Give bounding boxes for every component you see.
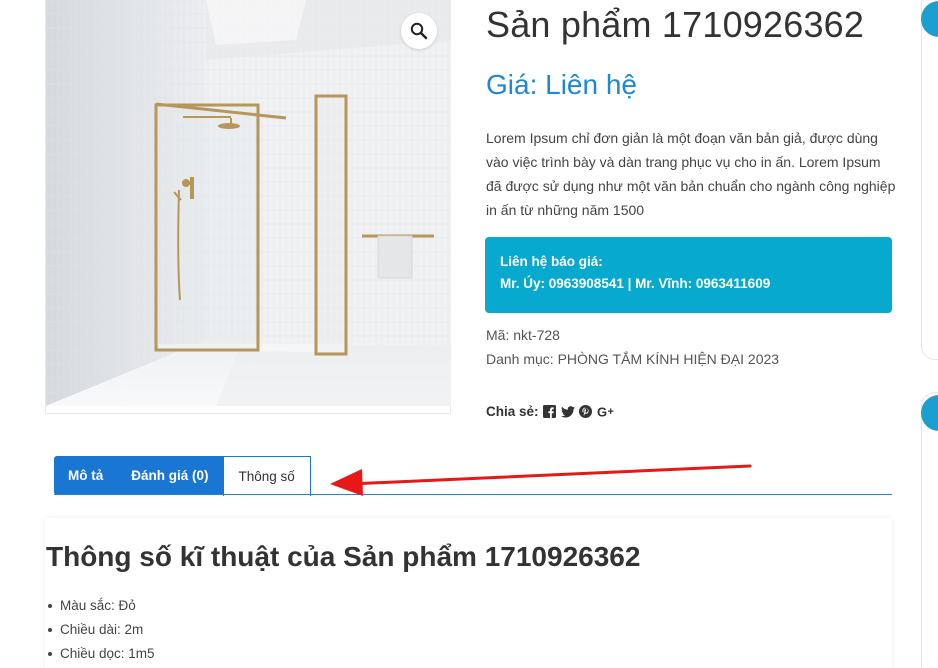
sidebar-widget-top-badge	[921, 1, 938, 37]
product-title: Sản phẩm 1710926362	[486, 4, 865, 45]
share-bar: Chia sẻ: G +	[486, 404, 617, 419]
contact-phones[interactable]: Mr. Úy: 0963908541 | Mr. Vĩnh: 096341160…	[500, 273, 877, 295]
tab-reviews[interactable]: Đánh giá (0)	[117, 456, 223, 495]
product-description: Lorem Ipsum chỉ đơn giản là một đoạn văn…	[486, 130, 896, 218]
sidebar-widget-top	[921, 0, 938, 360]
tabs-underline	[54, 494, 892, 495]
sidebar-widget-bottom-badge	[921, 395, 938, 431]
svg-text:+: +	[607, 406, 613, 418]
tab-description[interactable]: Mô tả	[54, 456, 118, 495]
product-meta: Mã: nkt-728 Danh mục: PHÒNG TẮM KÍNH HIỆ…	[486, 323, 779, 371]
magnifier-icon	[410, 22, 428, 40]
contact-heading: Liên hệ báo giá:	[500, 254, 603, 269]
product-gallery	[45, 0, 451, 414]
google-plus-icon[interactable]: G +	[597, 405, 617, 419]
share-label: Chia sẻ:	[486, 404, 539, 419]
spec-item-length: Chiều dài: 2m	[48, 618, 155, 642]
zoom-button[interactable]	[401, 13, 437, 49]
product-price: Giá: Liên hệ	[486, 69, 637, 100]
spec-item-color: Màu sắc: Đỏ	[48, 594, 155, 618]
pinterest-icon[interactable]	[579, 405, 593, 419]
contact-quote-box: Liên hệ báo giá: Mr. Úy: 0963908541 | Mr…	[485, 237, 892, 313]
twitter-icon[interactable]	[560, 405, 575, 419]
facebook-icon[interactable]	[543, 405, 557, 419]
product-image[interactable]	[46, 0, 451, 406]
product-category[interactable]: Danh mục: PHÒNG TẮM KÍNH HIỆN ĐẠI 2023	[486, 347, 779, 371]
spec-item-height: Chiều dọc: 1m5	[48, 642, 155, 666]
sidebar-widget-bottom	[921, 392, 938, 668]
specs-title: Thông số kĩ thuật của Sản phẩm 171092636…	[46, 541, 641, 572]
specs-list: Màu sắc: Đỏ Chiều dài: 2m Chiều dọc: 1m5	[48, 594, 155, 666]
product-sku: Mã: nkt-728	[486, 327, 560, 343]
tab-specifications[interactable]: Thông số	[222, 456, 311, 496]
product-tabs: Mô tả Đánh giá (0) Thông số	[54, 456, 311, 496]
svg-text:G: G	[597, 405, 607, 418]
